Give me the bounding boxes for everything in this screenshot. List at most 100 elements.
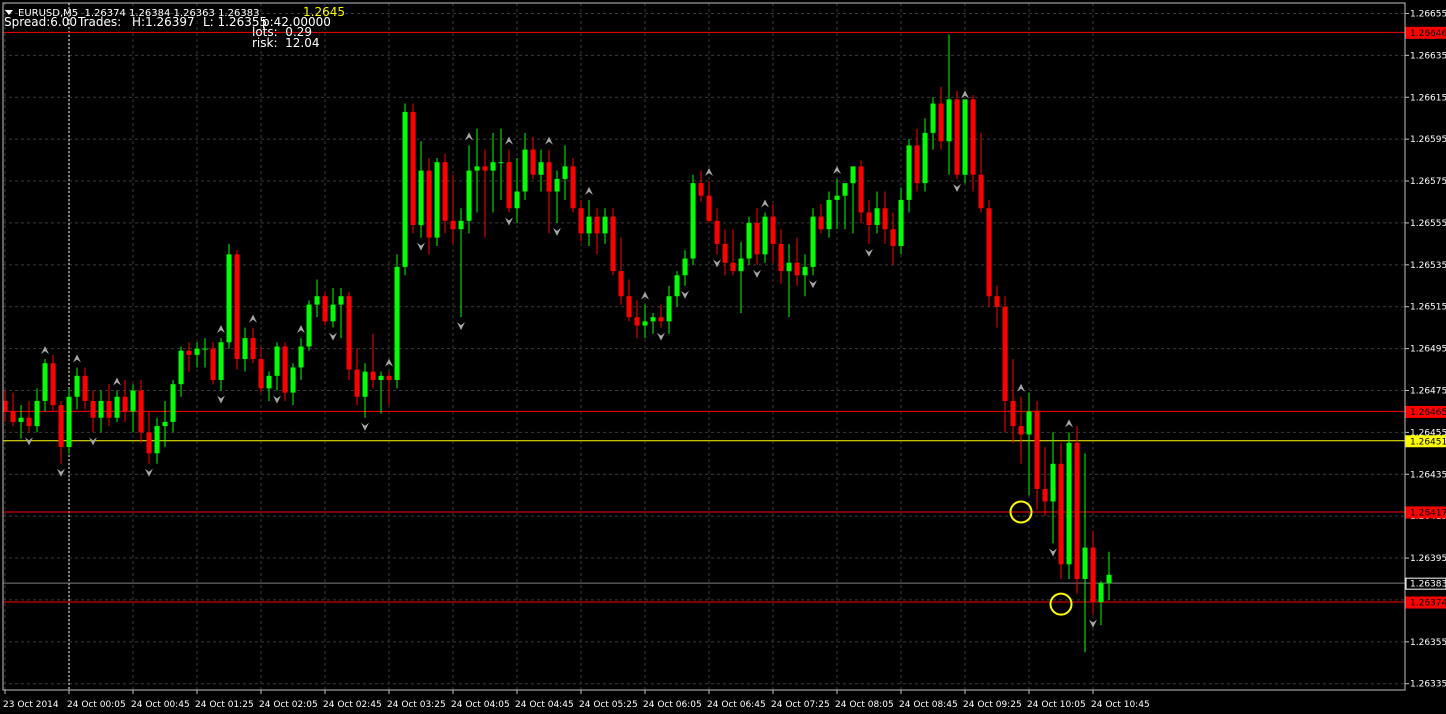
candle-body [354, 369, 360, 397]
y-tick-label: 1.26395 [1410, 554, 1446, 564]
candle-body [82, 375, 88, 401]
price-level-label: 1.26646 [1410, 29, 1446, 39]
x-tick-label: 24 Oct 07:25 [771, 700, 830, 710]
y-tick-label: 1.26355 [1410, 638, 1446, 648]
candle-body [618, 271, 624, 297]
x-tick-label: 24 Oct 02:45 [323, 700, 382, 710]
x-tick-label: 24 Oct 01:25 [195, 700, 254, 710]
candle-body [658, 317, 664, 322]
candle-body [962, 99, 968, 175]
candle-body [858, 166, 864, 213]
candle-body [794, 262, 800, 276]
x-tick-label: 23 Oct 2014 [3, 700, 59, 710]
y-tick-label: 1.26475 [1410, 386, 1446, 396]
candle-body [626, 296, 632, 318]
candle-body [666, 296, 672, 322]
candle-body [394, 266, 400, 381]
candle-body [490, 162, 496, 171]
candle-body [434, 162, 440, 238]
candle-body [58, 405, 64, 448]
chart-background [0, 0, 1446, 714]
candle-body [282, 346, 288, 393]
candle-body [402, 111, 408, 267]
x-tick-label: 24 Oct 00:45 [131, 700, 190, 710]
candle-body [18, 417, 24, 422]
candle-body [850, 166, 856, 184]
candle-body [898, 199, 904, 246]
candle-body [74, 375, 80, 397]
candle-body [714, 220, 720, 244]
candle-body [194, 348, 200, 355]
candle-body [954, 99, 960, 175]
x-tick-label: 24 Oct 00:05 [67, 700, 126, 710]
candle-body [106, 400, 112, 418]
trades-text: Trades: [78, 15, 122, 29]
candle-body [994, 296, 1000, 307]
candle-body [178, 350, 184, 385]
candle-body [218, 342, 224, 381]
candle-body [802, 266, 808, 276]
candle-body [42, 363, 48, 401]
y-tick-label: 1.26535 [1410, 261, 1446, 271]
candle-body [578, 208, 584, 234]
candle-body [634, 317, 640, 326]
candle-body [450, 220, 456, 230]
candle-body [874, 208, 880, 226]
candle-body [922, 132, 928, 184]
candle-body [522, 149, 528, 192]
candle-body [386, 375, 392, 381]
x-tick-label: 24 Oct 06:45 [707, 700, 766, 710]
y-tick-label: 1.26515 [1410, 303, 1446, 313]
y-tick-label: 1.26655 [1410, 9, 1446, 19]
y-tick-label: 1.26575 [1410, 177, 1446, 187]
candle-body [786, 262, 792, 272]
x-tick-label: 24 Oct 06:05 [643, 700, 702, 710]
candle-body [458, 220, 464, 230]
price-chart[interactable]: 1.26655 1.26635 1.26615 1.26595 1.26575 1.265… [0, 0, 1446, 714]
candle-body [602, 216, 608, 234]
candle-body [730, 262, 736, 272]
candle-body [442, 162, 448, 221]
candle-body [290, 367, 296, 393]
y-tick-label: 1.26635 [1410, 51, 1446, 61]
candle-body [98, 400, 104, 418]
x-tick-label: 24 Oct 08:45 [899, 700, 958, 710]
y-tick-label: 1.26615 [1410, 93, 1446, 103]
candle-body [170, 384, 176, 422]
candle-body [274, 346, 280, 376]
candle-body [314, 296, 320, 305]
y-tick-label: 1.26595 [1410, 135, 1446, 145]
candle-body [242, 338, 248, 360]
candle-body [650, 317, 656, 322]
candle-body [1074, 442, 1080, 579]
candle-body [610, 216, 616, 272]
candle-body [90, 400, 96, 418]
candle-body [298, 346, 304, 368]
candle-body [1050, 463, 1056, 502]
candle-body [418, 170, 424, 226]
chart-canvas[interactable]: 1.26655 1.26635 1.26615 1.26595 1.26575 1.265… [0, 0, 1446, 714]
candle-body [482, 166, 488, 171]
candle-body [514, 191, 520, 209]
candle-body [690, 183, 696, 259]
candle-body [938, 103, 944, 142]
candle-body [34, 400, 40, 427]
price-level-label: 1.26374 [1410, 599, 1446, 609]
level-text: 1.2645 [303, 5, 345, 19]
x-tick-label: 24 Oct 10:05 [1027, 700, 1086, 710]
candle-body [258, 359, 264, 389]
candle-body [1002, 306, 1008, 401]
candle-body [498, 162, 504, 164]
candle-body [1018, 426, 1024, 435]
candle-body [586, 216, 592, 234]
high-text: H:1.26397 [132, 15, 195, 29]
candle-body [226, 254, 232, 343]
candle-body [426, 170, 432, 238]
price-level-label: 1.26383 [1410, 580, 1446, 590]
candle-body [1106, 574, 1112, 584]
x-tick-label: 24 Oct 08:05 [835, 700, 894, 710]
candle-body [722, 243, 728, 263]
candle-body [698, 183, 704, 196]
y-tick-label: 1.26335 [1410, 680, 1446, 690]
candle-body [186, 350, 192, 355]
